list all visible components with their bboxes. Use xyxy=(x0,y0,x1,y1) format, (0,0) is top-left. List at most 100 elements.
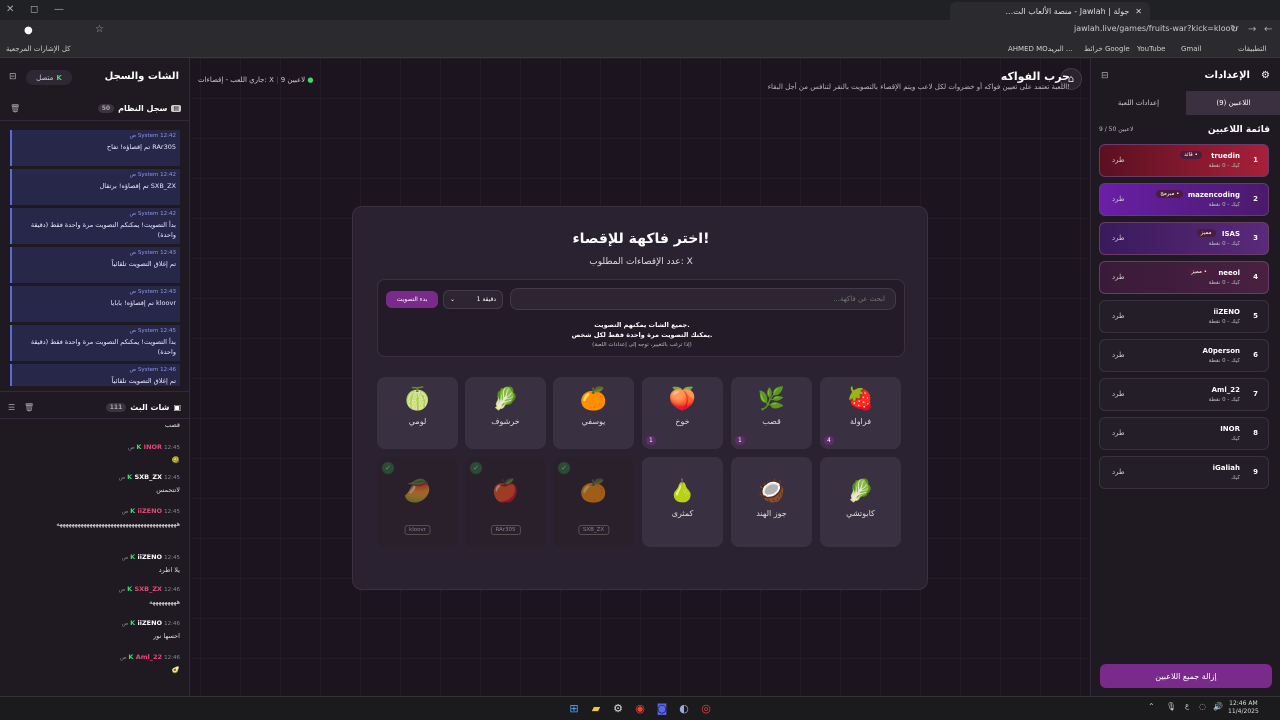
players-list-count: 9 / 50 لاعبين xyxy=(1099,126,1134,133)
divider xyxy=(0,120,190,121)
fruit-card[interactable]: 🌿 قصب 1 xyxy=(731,377,812,449)
player-points: كيك xyxy=(1231,436,1240,442)
tab-close-icon[interactable]: ✕ xyxy=(1135,7,1142,16)
kick-button[interactable]: طرد xyxy=(1112,312,1125,320)
kick-button[interactable]: طرد xyxy=(1112,468,1125,476)
player-number: 9 xyxy=(1253,468,1258,476)
status-text: جاري اللعب - إقصاءات: X xyxy=(198,76,274,84)
fruit-card[interactable]: 🍓 فراولة 4 xyxy=(820,377,901,449)
player-number: 7 xyxy=(1253,390,1258,398)
trash-icon[interactable]: 🗑 xyxy=(24,403,34,412)
fruit-card[interactable]: 🥥 جوز الهند xyxy=(731,457,812,547)
kick-button[interactable]: طرد xyxy=(1112,390,1125,398)
chat-username: iiZENO xyxy=(137,619,163,627)
remove-all-players-button[interactable]: إزالة جميع اللاعبين xyxy=(1100,664,1272,688)
player-row[interactable]: 6 A0person كيك - 0 نقطة طرد xyxy=(1099,339,1269,372)
fruit-label: لومي xyxy=(408,417,427,426)
network-icon[interactable]: ◌ xyxy=(1199,702,1206,711)
fruit-card[interactable]: 🍊 يوسفي xyxy=(553,377,634,449)
player-row[interactable]: 5 iiZENO كيك - 0 نقطة طرد xyxy=(1099,300,1269,333)
player-row[interactable]: 7 Aml_22 كيك - 0 نقطة طرد xyxy=(1099,378,1269,411)
minimize-window-icon[interactable]: — xyxy=(54,4,64,15)
duration-select[interactable]: ⌄ 1 دقيقة xyxy=(443,290,503,309)
clock[interactable]: 12:46 AM 11/4/2025 xyxy=(1228,700,1259,716)
fruit-card[interactable]: 🍈 لومي xyxy=(377,377,458,449)
volume-icon[interactable]: 🔊 xyxy=(1213,702,1223,711)
bookmark-all[interactable]: كل الإشارات المرجعية xyxy=(6,45,71,53)
kick-button[interactable]: طرد xyxy=(1112,429,1125,437)
forward-icon[interactable]: → xyxy=(1248,24,1256,35)
player-row[interactable]: 2 mazencoding كيك - 0 نقطة • مبرمج طرد xyxy=(1099,183,1269,216)
kick-button[interactable]: طرد xyxy=(1112,351,1125,359)
tab-game-settings[interactable]: إعدادات اللعبة xyxy=(1091,91,1186,115)
fruit-card[interactable]: 🥬 كابوتشي xyxy=(820,457,901,547)
fruit-card[interactable]: 🍑 خوخ 1 xyxy=(642,377,723,449)
close-window-icon[interactable]: ✕ xyxy=(6,4,14,15)
tab-players[interactable]: اللاعبين (9) xyxy=(1186,91,1280,115)
info-line-3: (إذا ترغب بالتغيير، توجه إلى إعدادات الل… xyxy=(592,342,692,348)
eliminated-fruit-card: ✓ 🥭 kloovr xyxy=(377,457,458,547)
kick-button[interactable]: طرد xyxy=(1112,156,1125,164)
game-status: جاري اللعب - إقصاءات: X | 9 لاعبين ● xyxy=(198,76,314,84)
game-title: حرب الفواكه xyxy=(1000,70,1070,83)
player-row[interactable]: 4 neeol كيك - 0 نقطة • مميز طرد xyxy=(1099,261,1269,294)
windows-start-icon[interactable]: ⊞ xyxy=(567,701,581,715)
profile-icon[interactable]: ● xyxy=(24,25,33,36)
chat-icon: ▣ xyxy=(173,403,181,412)
trash-icon[interactable]: 🗑 xyxy=(10,104,20,113)
discord-icon[interactable]: ◙ xyxy=(655,701,669,715)
settings-icon[interactable]: ⚙ xyxy=(611,701,625,715)
log-item: System 12:42 ص RAr305 تم إقصاؤه! تفاح xyxy=(10,130,180,166)
player-row[interactable]: 3 ISAS كيك - 0 نقطة مميز طرد xyxy=(1099,222,1269,255)
gear-icon: ⚙ xyxy=(1261,70,1270,81)
kick-button[interactable]: طرد xyxy=(1112,195,1125,203)
eliminated-player-tag: kloovr xyxy=(404,525,431,535)
microphone-icon[interactable]: 🎙 xyxy=(1166,702,1176,711)
fruit-search-input[interactable] xyxy=(510,288,896,310)
fruit-card[interactable]: 🍐 كمثرى xyxy=(642,457,723,547)
stream-chat-list[interactable]: قصب K INOR 12:45 ص 🥝 K SXB_ZX 12:45 ص لاتتحم… xyxy=(0,423,190,693)
log-meta: System 12:42 ص xyxy=(18,133,176,139)
filter-icon[interactable]: ☰ xyxy=(8,403,15,412)
chat-header: K iiZENO 12:46 ص xyxy=(122,619,180,627)
player-row[interactable]: 8 INOR كيك طرد xyxy=(1099,417,1269,450)
player-row[interactable]: 1 truedin كيك - 0 نقطة • قائد طرد xyxy=(1099,144,1269,177)
player-number: 1 xyxy=(1253,156,1258,164)
check-icon: ✓ xyxy=(470,462,482,474)
kick-button[interactable]: طرد xyxy=(1112,234,1125,242)
steam-icon[interactable]: ◐ xyxy=(677,701,691,715)
bookmark-ahmed[interactable]: AHMED MO... xyxy=(1008,45,1054,53)
browser-tab[interactable]: ✕ جولة | Jawlah - منصة الألعاب الت... xyxy=(950,2,1150,20)
url-text[interactable]: jawlah.live/games/fruits-war?kick=kloovr xyxy=(1074,24,1239,33)
tab-title: جولة | Jawlah - منصة الألعاب الت... xyxy=(1005,6,1130,16)
bookmark-youtube[interactable]: YouTube xyxy=(1137,45,1165,53)
fruit-icon: 🍊 xyxy=(579,479,608,504)
language-indicator[interactable]: ع xyxy=(1185,702,1189,710)
fruit-card[interactable]: 🥬 خرشوف xyxy=(465,377,546,449)
file-explorer-icon[interactable]: ▰ xyxy=(589,701,603,715)
tray-chevron-icon[interactable]: ⌃ xyxy=(1148,702,1155,711)
start-vote-button[interactable]: بدء التصويت xyxy=(386,291,438,308)
log-meta: System 12:42 ص xyxy=(18,172,176,178)
chrome-icon[interactable]: ◉ xyxy=(633,701,647,715)
restore-window-icon[interactable]: ◻ xyxy=(30,4,38,15)
reload-icon[interactable]: ↻ xyxy=(1230,24,1238,35)
app-icon[interactable]: ◎ xyxy=(699,701,713,715)
card-title: اختر فاكهة للإقصاء! xyxy=(572,231,710,247)
collapse-panel-icon[interactable]: ⊟ xyxy=(1101,71,1109,81)
chat-log-panel: الشات والسجل متصل K ⊟ ▤ سجل النظام 50 🗑 … xyxy=(0,58,190,696)
browser-titlebar: ✕ ◻ — + ✕ جولة | Jawlah - منصة الألعاب ا… xyxy=(0,0,1280,20)
bookmark-gmail[interactable]: Gmail xyxy=(1181,45,1201,53)
log-text: RAr305 تم إقصاؤه! تفاح xyxy=(106,143,176,151)
system-log-list[interactable]: System 12:42 ص RAr305 تم إقصاؤه! تفاح Syst… xyxy=(10,130,180,386)
back-icon[interactable]: ← xyxy=(1264,24,1272,35)
bookmark-maps[interactable]: خرائط Google xyxy=(1084,45,1130,53)
kick-button[interactable]: طرد xyxy=(1112,273,1125,281)
bookmark-apps[interactable]: التطبيقات xyxy=(1238,45,1266,53)
collapse-panel-icon[interactable]: ⊟ xyxy=(9,72,17,82)
player-row[interactable]: 9 iGaliah كيك طرد xyxy=(1099,456,1269,489)
chat-header: K iiZENO 12:45 ص xyxy=(122,553,180,561)
star-icon[interactable]: ☆ xyxy=(95,24,104,35)
player-role-badge: • مميز xyxy=(1187,268,1211,276)
chat-header: K INOR 12:45 ص xyxy=(128,443,180,451)
